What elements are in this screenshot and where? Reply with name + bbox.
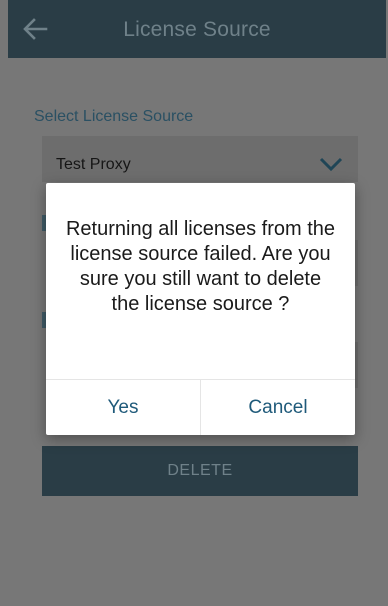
- delete-button[interactable]: DELETE: [42, 446, 358, 496]
- license-source-select[interactable]: Test Proxy: [42, 136, 358, 182]
- dialog-message: Returning all licenses from the license …: [65, 218, 335, 315]
- phone-screen: License Source Select License Source Tes…: [0, 0, 388, 606]
- cancel-button[interactable]: Cancel: [201, 380, 355, 435]
- chevron-down-icon: [319, 157, 343, 172]
- page-title: License Source: [123, 18, 271, 41]
- selected-source-value: Test Proxy: [56, 156, 131, 173]
- license-source-label: Select License Source: [34, 108, 194, 125]
- app-header: License Source: [8, 0, 386, 58]
- confirm-dialog: Returning all licenses from the license …: [46, 183, 355, 435]
- yes-button[interactable]: Yes: [46, 380, 200, 435]
